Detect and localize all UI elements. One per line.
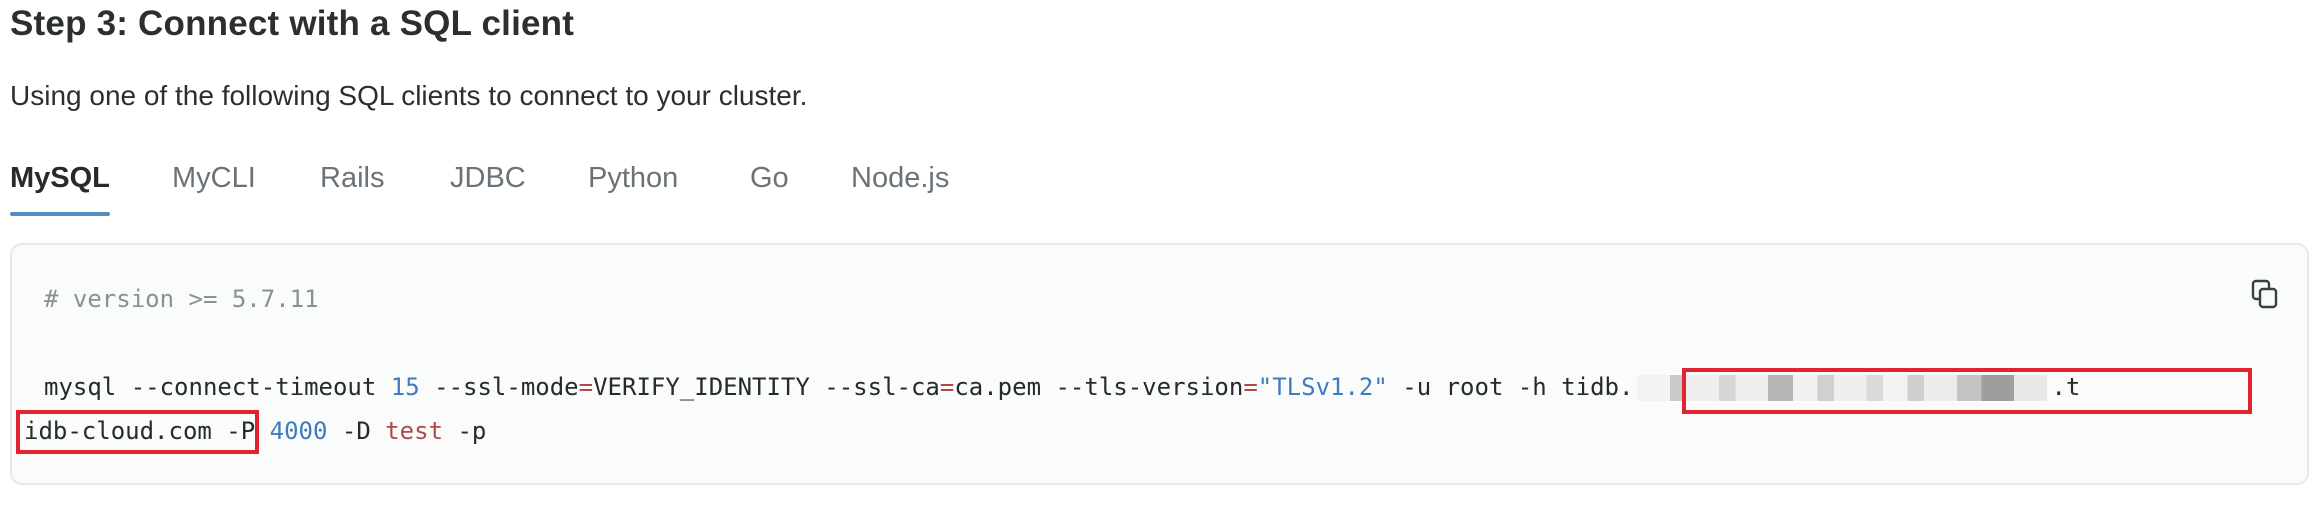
tab-label: Rails [320, 162, 385, 194]
code-token: -D [327, 417, 386, 445]
tab-label: JDBC [450, 162, 526, 194]
tab-mysql[interactable]: MySQL [10, 162, 110, 218]
code-line-1: mysql --connect-timeout 15 --ssl-mode=VE… [44, 373, 2080, 401]
code-token-number: 15 [390, 373, 420, 401]
code-token: -p [443, 417, 487, 445]
client-tabs: MySQL MyCLI Rails JDBC Python Go Node.js [0, 158, 1200, 222]
code-token-number: 4000 [269, 417, 328, 445]
code-token: -P [211, 417, 270, 445]
redacted-host-segment [1637, 375, 2048, 401]
tab-label: Node.js [851, 162, 950, 194]
code-token: --ssl-mode [419, 373, 579, 401]
code-token-equals: = [939, 373, 955, 401]
copy-button[interactable] [2247, 277, 2283, 313]
page-title: Step 3: Connect with a SQL client [10, 4, 575, 43]
code-token-equals: = [578, 373, 594, 401]
tab-python[interactable]: Python [588, 162, 678, 218]
tab-label: Go [750, 162, 789, 194]
host-prefix: tidb. [1561, 373, 1634, 401]
code-block: # version >= 5.7.11 mysql --connect-time… [10, 243, 2309, 485]
host-suffix-start: .t [2051, 373, 2081, 401]
tab-label: MyCLI [172, 162, 256, 194]
copy-icon [2251, 279, 2278, 309]
tab-nodejs[interactable]: Node.js [851, 162, 949, 218]
code-comment: # version >= 5.7.11 [44, 285, 319, 313]
active-tab-indicator [10, 212, 110, 216]
tab-jdbc[interactable]: JDBC [450, 162, 526, 218]
page-subtitle: Using one of the following SQL clients t… [10, 80, 808, 111]
code-token: -u root -h [1387, 373, 1562, 401]
code-token-string: "TLSv1.2" [1257, 373, 1388, 401]
code-token-equals: = [1243, 373, 1258, 401]
tab-go[interactable]: Go [750, 162, 789, 218]
tab-rails[interactable]: Rails [320, 162, 384, 218]
tab-mycli[interactable]: MyCLI [172, 162, 256, 218]
code-token-db: test [385, 417, 444, 445]
host-suffix: idb-cloud.com [24, 417, 212, 445]
tab-label: Python [588, 162, 679, 194]
tab-label: MySQL [10, 162, 110, 194]
code-token: ca.pem --tls-version [954, 373, 1244, 401]
code-token: mysql --connect-timeout [44, 373, 391, 401]
code-token: VERIFY_IDENTITY --ssl-ca [593, 373, 940, 401]
code-line-2: idb-cloud.com -P 4000 -D test -p [24, 417, 486, 445]
